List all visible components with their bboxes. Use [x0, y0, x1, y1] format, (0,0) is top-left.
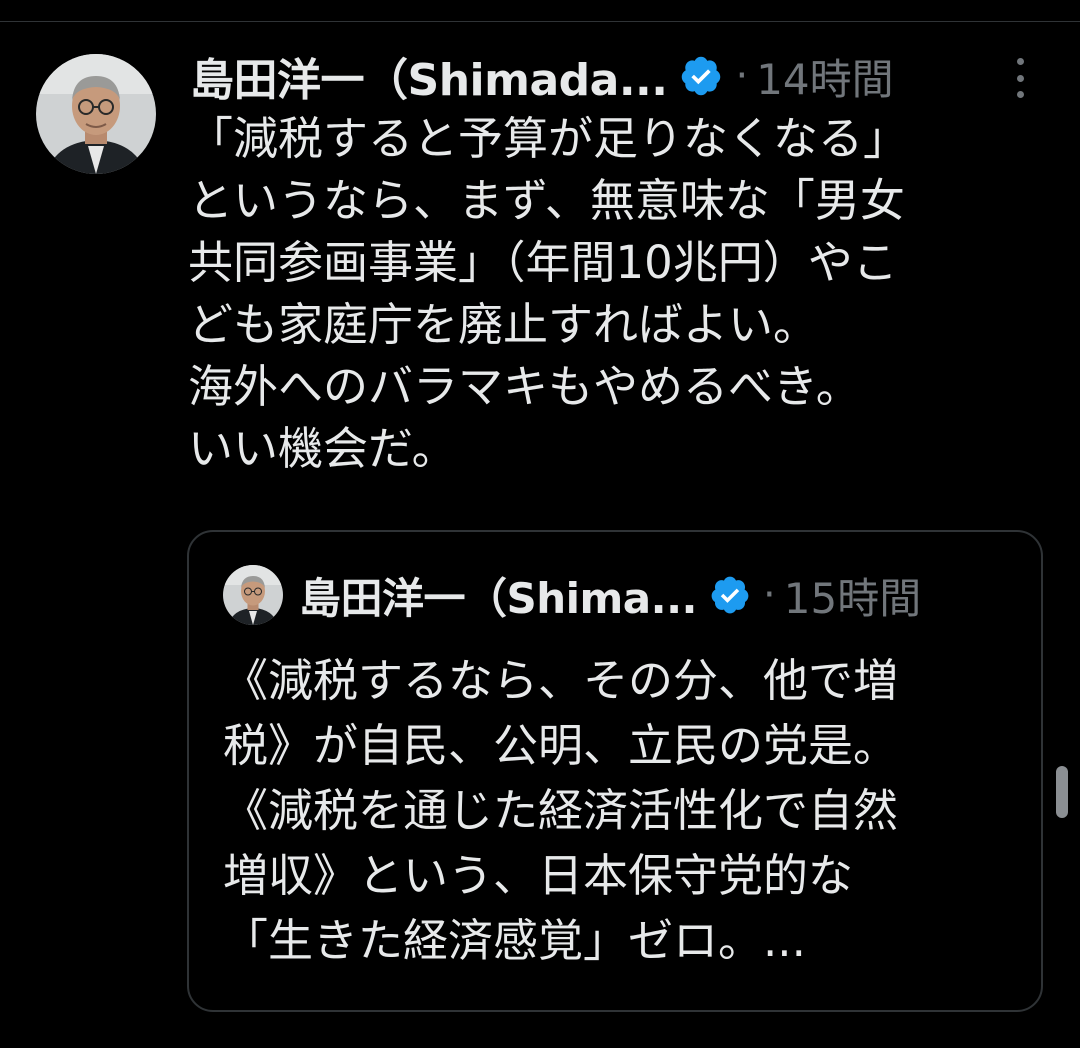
tweet-timestamp[interactable]: 14時間: [756, 46, 893, 107]
quoted-body-line: 《減税するなら、その分、他で増: [223, 654, 899, 707]
tweet-header: 島田洋一（Shimada... · 14時間: [190, 46, 990, 106]
author-avatar[interactable]: [36, 54, 156, 174]
tweet-body-line: 共同参画事業」（年間10兆円）やこ: [188, 236, 898, 289]
tweet-body-line: ども家庭庁を廃止すればよい。: [188, 298, 819, 351]
verified-badge-icon: [679, 54, 723, 98]
author-display-name[interactable]: 島田洋一（Shimada...: [190, 44, 668, 108]
top-divider: [0, 21, 1080, 22]
more-dot: [1016, 58, 1024, 65]
quoted-body-line: 増収》という、日本保守党的な: [223, 849, 854, 902]
scrollbar-thumb[interactable]: [1056, 766, 1068, 818]
quoted-author-avatar: [223, 565, 283, 625]
quoted-tweet-timestamp: 15時間: [783, 573, 922, 623]
tweet-body-line: いい機会だ。: [188, 422, 457, 475]
quoted-tweet-body: 《減税するなら、その分、他で増 税》が自民、公明、立民の党是。 《減税を通じた経…: [223, 648, 1013, 973]
quoted-tweet-card[interactable]: 島田洋一（Shima... · 15時間 《減税するなら、その分、他で増 税》が…: [187, 530, 1043, 1012]
more-options-icon[interactable]: [1002, 54, 1038, 102]
more-dot: [1016, 74, 1024, 82]
quoted-body-line: 税》が自民、公明、立民の党是。: [223, 719, 899, 772]
tweet-body-line: 「減税すると予算が足りなくなる」: [188, 112, 909, 165]
more-dot: [1016, 91, 1024, 98]
quoted-tweet-header: 島田洋一（Shima... · 15時間: [299, 565, 1019, 625]
quoted-body-line: 《減税を通じた経済活性化で自然: [223, 784, 899, 837]
tweet-body-line: 海外へのバラマキもやめるべき。: [188, 360, 861, 413]
tweet-body: 「減税すると予算が足りなくなる」 というなら、まず、無意味な「男女 共同参画事業…: [188, 108, 1018, 480]
quoted-author-display-name: 島田洋一（Shima...: [299, 573, 698, 623]
verified-badge-icon: [709, 574, 751, 616]
separator-dot: ·: [763, 572, 776, 618]
separator-dot: ·: [735, 53, 749, 99]
tweet-body-line: というなら、まず、無意味な「男女: [188, 174, 905, 227]
quoted-body-line: 「生きた経済感覚」ゼロ。...: [223, 914, 806, 967]
